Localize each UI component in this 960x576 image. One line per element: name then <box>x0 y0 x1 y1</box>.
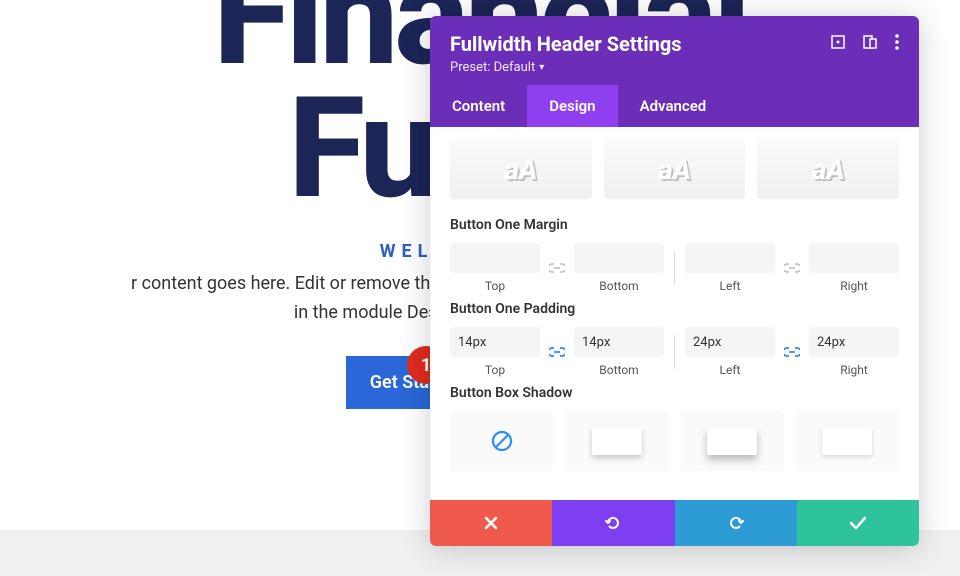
save-button[interactable] <box>797 500 919 546</box>
cancel-button[interactable] <box>430 500 552 546</box>
text-style-option[interactable]: aA <box>757 139 899 199</box>
redo-button[interactable] <box>675 500 797 546</box>
tab-content[interactable]: Content <box>430 85 527 127</box>
preset-dropdown[interactable]: Preset: Default <box>450 60 682 75</box>
link-icon[interactable] <box>779 263 805 273</box>
padding-bottom-input[interactable] <box>574 327 664 357</box>
shadow-none-option[interactable] <box>450 411 553 471</box>
padding-top-input[interactable] <box>450 327 540 357</box>
text-style-option[interactable]: aA <box>604 139 746 199</box>
margin-bottom-input[interactable] <box>574 243 664 273</box>
link-icon[interactable] <box>544 263 570 273</box>
link-icon[interactable] <box>544 347 570 357</box>
margin-right-input[interactable] <box>809 243 899 273</box>
expand-icon[interactable] <box>831 35 845 49</box>
divider <box>674 335 675 369</box>
divider <box>674 251 675 285</box>
text-style-row: aA aA aA <box>450 139 899 199</box>
padding-left-input[interactable] <box>685 327 775 357</box>
link-icon[interactable] <box>779 347 805 357</box>
undo-button[interactable] <box>552 500 674 546</box>
redo-icon <box>727 514 745 532</box>
panel-header[interactable]: Fullwidth Header Settings Preset: Defaul… <box>430 16 919 85</box>
shadow-label: Button Box Shadow <box>450 385 899 401</box>
padding-label: Button One Padding <box>450 301 899 317</box>
responsive-icon[interactable] <box>863 35 877 49</box>
shadow-option[interactable] <box>565 411 668 471</box>
text-style-option[interactable]: aA <box>450 139 592 199</box>
settings-panel: Fullwidth Header Settings Preset: Defaul… <box>430 16 919 546</box>
margin-top-input[interactable] <box>450 243 540 273</box>
padding-right-input[interactable] <box>809 327 899 357</box>
padding-inputs: Top Bottom Left Right <box>450 327 899 377</box>
undo-icon <box>604 514 622 532</box>
panel-body[interactable]: aA aA aA Button One Margin Top Bottom Le… <box>430 127 919 500</box>
more-icon[interactable] <box>895 34 899 50</box>
panel-footer <box>430 500 919 546</box>
margin-label: Button One Margin <box>450 217 899 233</box>
margin-left-input[interactable] <box>685 243 775 273</box>
close-icon <box>484 516 498 530</box>
shadow-option[interactable] <box>681 411 784 471</box>
tab-design[interactable]: Design <box>527 85 617 127</box>
none-icon <box>491 430 513 452</box>
check-icon <box>849 516 867 530</box>
tab-advanced[interactable]: Advanced <box>618 85 729 127</box>
panel-title: Fullwidth Header Settings <box>450 32 682 56</box>
margin-inputs: Top Bottom Left Right <box>450 243 899 293</box>
shadow-option[interactable] <box>796 411 899 471</box>
panel-tabs: Content Design Advanced <box>430 85 919 127</box>
shadow-options <box>450 411 899 471</box>
